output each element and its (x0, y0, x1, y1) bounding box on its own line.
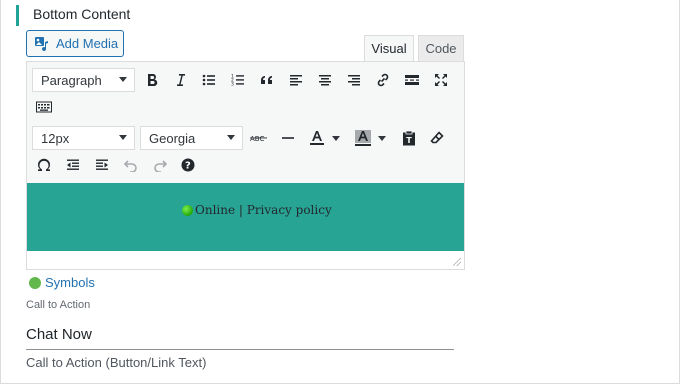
svg-text:?: ? (185, 161, 191, 172)
read-more-icon (405, 75, 419, 85)
keyboard-icon (36, 101, 52, 113)
link-icon (377, 73, 389, 87)
paste-text-button[interactable]: T (397, 126, 421, 150)
resize-handle-icon[interactable] (453, 258, 461, 266)
section-accent-bar (16, 5, 19, 26)
editor-statusbar (27, 251, 464, 269)
redo-icon (154, 160, 167, 172)
media-icon (35, 36, 48, 51)
indent-button[interactable] (90, 153, 114, 177)
text-color-dropdown[interactable] (329, 126, 343, 150)
fullscreen-button[interactable] (429, 68, 453, 92)
background-color-icon (355, 130, 371, 146)
clear-formatting-button[interactable] (425, 126, 449, 150)
redo-button[interactable] (148, 153, 172, 177)
background-color-button[interactable] (351, 126, 375, 150)
toolbar-toggle-button[interactable] (32, 95, 56, 119)
indent-icon (96, 159, 108, 170)
svg-text:ABC: ABC (250, 135, 264, 143)
italic-button[interactable] (168, 68, 192, 92)
bold-icon (148, 74, 158, 87)
font-size-select[interactable]: 12px (32, 126, 135, 150)
content-status-line: Online | Privacy policy (182, 203, 332, 217)
strikethrough-icon: ABC (250, 135, 267, 143)
undo-icon (124, 160, 137, 172)
format-select-value: Paragraph (41, 72, 102, 88)
numbered-list-button[interactable]: 123 (226, 68, 250, 92)
wysiwyg-editor: Paragraph 123 12px Georgia ABC T ? Onlin… (26, 61, 465, 270)
online-status-icon (182, 204, 193, 216)
chevron-down-icon (119, 77, 127, 82)
cta-help-text: Call to Action (Button/Link Text) (26, 355, 207, 370)
chevron-down-icon (332, 135, 340, 141)
bullet-list-button[interactable] (197, 68, 221, 92)
font-family-select[interactable]: Georgia (140, 126, 243, 150)
chevron-down-icon (227, 135, 235, 140)
background-color-dropdown[interactable] (375, 126, 389, 150)
symbols-label: Symbols (45, 275, 95, 290)
fullscreen-icon (435, 74, 447, 86)
text-color-icon (310, 131, 324, 145)
bullet-list-icon (202, 74, 215, 86)
cta-input-value: Chat Now (26, 326, 92, 343)
align-right-icon (348, 75, 360, 86)
text-color-button[interactable] (305, 126, 329, 150)
strikethrough-button[interactable]: ABC (247, 126, 271, 150)
add-media-button[interactable]: Add Media (26, 30, 124, 57)
help-icon: ? (181, 158, 195, 172)
clipboard-icon: T (403, 130, 415, 146)
symbols-link[interactable]: Symbols (29, 275, 95, 290)
section-title: Bottom Content (33, 6, 131, 22)
align-left-icon (290, 75, 302, 86)
align-center-button[interactable] (313, 68, 337, 92)
tab-visual[interactable]: Visual (364, 35, 414, 61)
align-center-icon (319, 75, 331, 86)
editor-content[interactable]: Online | Privacy policy (27, 183, 464, 251)
numbered-list-icon: 123 (231, 74, 244, 88)
blockquote-button[interactable] (255, 68, 279, 92)
outdent-button[interactable] (61, 153, 85, 177)
font-size-select-value: 12px (41, 130, 70, 146)
svg-text:T: T (406, 136, 412, 145)
quote-icon (261, 76, 272, 84)
italic-icon (177, 74, 185, 86)
help-button[interactable]: ? (176, 153, 200, 177)
svg-text:3: 3 (231, 82, 234, 88)
align-left-button[interactable] (284, 68, 308, 92)
horizontal-line-icon (282, 137, 294, 139)
undo-button[interactable] (119, 153, 143, 177)
content-status-text: Online | Privacy policy (195, 203, 332, 217)
green-circle-icon (29, 276, 41, 289)
font-family-select-value: Georgia (149, 130, 196, 146)
tab-code[interactable]: Code (418, 35, 464, 61)
format-select[interactable]: Paragraph (32, 68, 135, 92)
cta-input[interactable]: Chat Now (26, 320, 454, 350)
omega-icon (38, 158, 50, 171)
horizontal-line-button[interactable] (276, 126, 300, 150)
read-more-button[interactable] (400, 68, 424, 92)
outdent-icon (67, 159, 79, 170)
align-right-button[interactable] (342, 68, 366, 92)
bold-button[interactable] (140, 68, 164, 92)
cta-field-label: Call to Action (26, 299, 91, 311)
eraser-icon (430, 131, 444, 144)
special-character-button[interactable] (32, 153, 56, 177)
chevron-down-icon (378, 135, 386, 141)
insert-link-button[interactable] (371, 68, 395, 92)
add-media-label: Add Media (56, 36, 119, 51)
chevron-down-icon (119, 135, 127, 140)
